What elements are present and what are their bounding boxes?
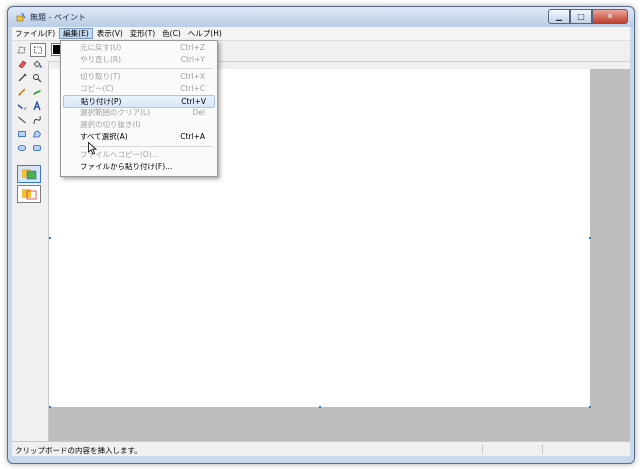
resize-handle-bottom[interactable] <box>319 406 321 408</box>
menu-edit[interactable]: 編集(E) <box>59 28 93 39</box>
pencil-icon <box>18 88 26 96</box>
menu-item-label: 貼り付け(P) <box>81 97 122 106</box>
menu-separator <box>79 68 213 69</box>
polygon-tool[interactable] <box>30 128 44 140</box>
title-bar[interactable]: 無題 - ペイント ▁ □ ✕ <box>8 7 634 27</box>
menu-item-select-all[interactable]: すべて選択(A) Ctrl+A <box>63 131 213 143</box>
menu-item-crop-selection[interactable]: 選択の切り抜き(I) <box>63 119 213 131</box>
rectangle-tool[interactable] <box>15 128 29 140</box>
ellipse-icon <box>17 145 27 151</box>
window-title: 無題 - ペイント <box>30 13 86 22</box>
menu-item-paste-from-file[interactable]: ファイルから貼り付け(F)... <box>63 161 213 173</box>
color-picker-tool[interactable] <box>15 72 29 84</box>
menu-item-label: ファイルから貼り付け(F)... <box>80 162 173 171</box>
menu-item-label: 選択の切り抜き(I) <box>80 120 141 129</box>
magnifier-tool[interactable] <box>30 72 44 84</box>
menu-item-copy[interactable]: コピー(C) Ctrl+C <box>63 83 213 95</box>
rect-select-icon <box>34 46 42 54</box>
menu-item-label: 元に戻す(U) <box>80 43 122 52</box>
brush-icon <box>33 90 41 95</box>
window-controls: ▁ □ ✕ <box>548 9 628 24</box>
menu-image[interactable]: 変形(T) <box>127 28 158 39</box>
menu-file[interactable]: ファイル(F) <box>12 28 58 39</box>
menu-item-shortcut: Ctrl+A <box>180 132 205 141</box>
text-a-icon <box>33 101 41 111</box>
resize-handle-right[interactable] <box>589 237 591 239</box>
eraser-icon <box>18 60 27 69</box>
airbrush-icon <box>18 104 27 110</box>
menu-item-cut[interactable]: 切り取り(T) Ctrl+X <box>63 71 213 83</box>
line-tool[interactable] <box>15 114 29 126</box>
rectangle-icon <box>18 131 26 137</box>
menu-item-label: 選択範囲のクリア(L) <box>80 108 151 117</box>
status-cell-size <box>542 444 543 454</box>
menu-item-shortcut: Ctrl+C <box>180 84 205 93</box>
menu-view[interactable]: 表示(V) <box>94 28 126 39</box>
menu-bar: ファイル(F) 編集(E) 表示(V) 変形(T) 色(C) ヘルプ(H) <box>12 27 630 41</box>
rect-select-tool[interactable] <box>30 43 46 57</box>
resize-handle-left <box>49 237 51 239</box>
menu-item-shortcut: Ctrl+V <box>181 97 206 106</box>
menu-separator <box>79 146 213 147</box>
tool-box <box>12 41 49 441</box>
brush-tool[interactable] <box>30 86 44 98</box>
minimize-button[interactable]: ▁ <box>548 9 570 24</box>
maximize-button[interactable]: □ <box>570 9 592 24</box>
menu-item-shortcut: Del <box>192 108 205 117</box>
menu-item-redo[interactable]: やり直し(R) Ctrl+Y <box>63 54 213 66</box>
edit-menu-dropdown: 元に戻す(U) Ctrl+Z やり直し(R) Ctrl+Y 切り取り(T) Ct… <box>60 40 218 177</box>
opaque-selection-option[interactable] <box>17 165 41 183</box>
status-bar: クリップボードの内容を挿入します。 <box>12 441 630 456</box>
paint-app-icon <box>16 12 26 22</box>
magnifier-icon <box>33 74 42 83</box>
paint-bucket-icon <box>33 60 42 68</box>
mouse-cursor-icon <box>88 142 97 155</box>
resize-handle-corner[interactable] <box>589 406 591 408</box>
fill-tool[interactable] <box>30 58 44 70</box>
rounded-rect-tool[interactable] <box>30 142 44 154</box>
menu-item-shortcut: Ctrl+X <box>180 72 205 81</box>
menu-colors[interactable]: 色(C) <box>159 28 184 39</box>
opaque-selection-icon <box>22 169 37 180</box>
menu-item-label: 切り取り(T) <box>80 72 121 81</box>
pencil-tool[interactable] <box>15 86 29 98</box>
menu-help[interactable]: ヘルプ(H) <box>185 28 225 39</box>
eraser-tool[interactable] <box>15 58 29 70</box>
close-button[interactable]: ✕ <box>592 9 628 24</box>
menu-item-copy-to-file[interactable]: ファイルへコピー(O)... <box>63 149 213 161</box>
ellipse-tool[interactable] <box>15 142 29 154</box>
free-select-tool[interactable] <box>15 44 29 56</box>
menu-item-undo[interactable]: 元に戻す(U) Ctrl+Z <box>63 42 213 54</box>
status-text: クリップボードの内容を挿入します。 <box>15 446 142 455</box>
polygon-icon <box>32 130 41 138</box>
menu-item-clear-selection[interactable]: 選択範囲のクリア(L) Del <box>63 107 213 119</box>
resize-handle-bottom-left <box>49 406 51 408</box>
transparent-selection-option[interactable] <box>17 185 41 203</box>
menu-item-label: やり直し(R) <box>80 55 122 64</box>
rounded-rect-icon <box>33 145 41 151</box>
free-select-icon <box>17 46 26 54</box>
line-icon <box>18 116 26 124</box>
transparent-selection-icon <box>22 189 37 200</box>
eyedropper-icon <box>18 73 27 82</box>
menu-item-shortcut: Ctrl+Y <box>180 55 205 64</box>
menu-item-label: コピー(C) <box>80 84 114 93</box>
airbrush-tool[interactable] <box>15 100 29 112</box>
status-cell-position <box>482 444 483 454</box>
curve-tool[interactable] <box>30 114 44 126</box>
text-tool[interactable] <box>30 100 44 112</box>
menu-item-shortcut: Ctrl+Z <box>180 43 205 52</box>
curve-icon <box>33 115 41 125</box>
